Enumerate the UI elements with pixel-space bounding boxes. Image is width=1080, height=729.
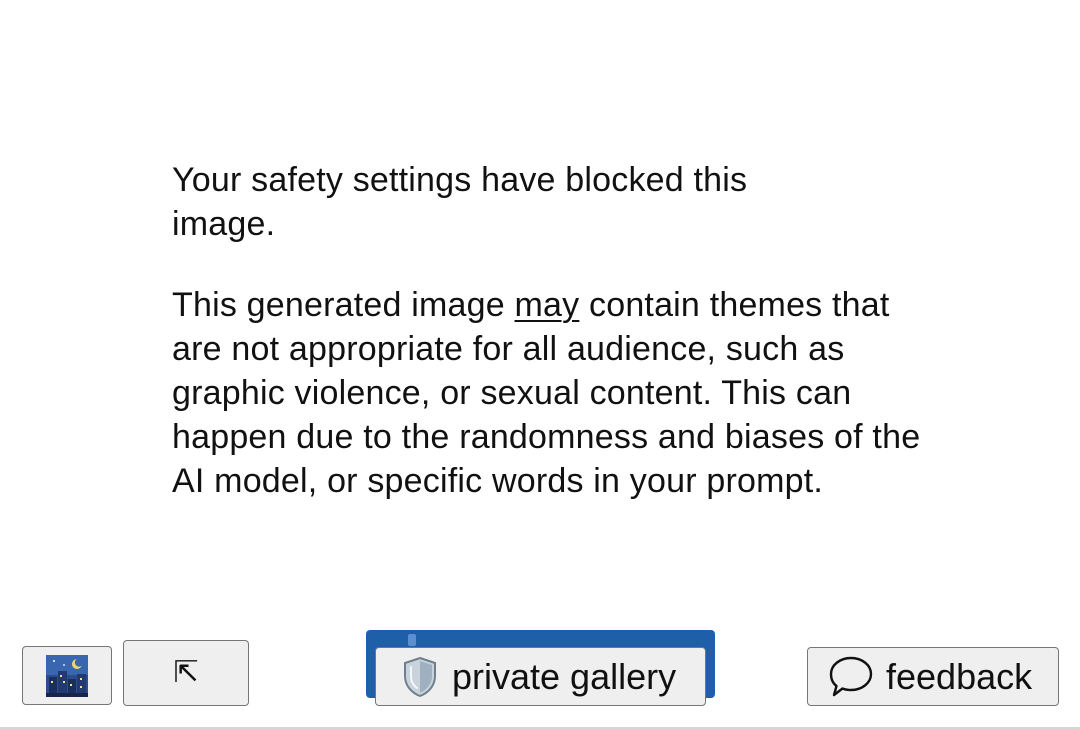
blocked-heading: Your safety settings have blocked this i… (172, 161, 748, 243)
safety-message: Your safety settings have blocked this i… (172, 158, 932, 503)
open-full-image-button[interactable]: ⇱ (123, 640, 249, 706)
explanation-text-start: This generated image (172, 286, 515, 324)
image-thumbnail-button[interactable] (22, 646, 112, 705)
speech-bubble-icon (829, 656, 873, 696)
private-gallery-label: private gallery (452, 655, 677, 697)
gallery-frame-tab (408, 634, 416, 646)
may-underlined-text: may (514, 286, 580, 324)
feedback-label: feedback (886, 655, 1033, 697)
private-gallery-button[interactable]: private gallery (375, 647, 706, 706)
night-city-icon (46, 654, 88, 697)
shield-icon (404, 656, 436, 697)
feedback-button[interactable]: feedback (807, 647, 1059, 706)
blocked-explanation: This generated image may contain themes … (172, 283, 922, 503)
blocked-image-page: Your safety settings have blocked this i… (0, 0, 1080, 729)
arrow-up-left-icon: ⇱ (173, 656, 199, 689)
